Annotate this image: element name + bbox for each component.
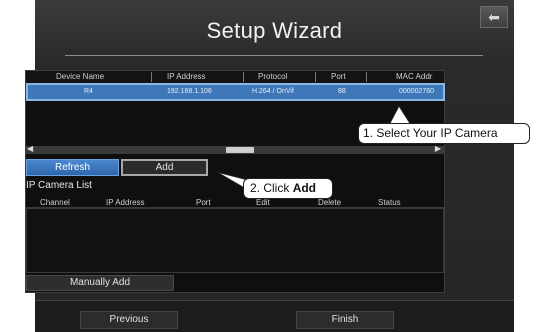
- callout-select-camera: 1. Select Your IP Camera: [358, 123, 530, 144]
- col-delete: Delete: [318, 198, 342, 207]
- device-table-header: Device Name IP Address Protocol Port MAC…: [26, 71, 444, 83]
- manually-add-button[interactable]: Manually Add: [26, 275, 174, 291]
- right-arrow-icon[interactable]: ▶: [435, 144, 441, 153]
- camera-list-header: Channel IP Address Port Edit Delete Stat…: [26, 196, 444, 208]
- cell-ip-address: 192.168.1.106: [167, 88, 212, 95]
- col-separator: [315, 72, 316, 82]
- scrollbar-thumb[interactable]: [226, 147, 254, 153]
- finish-button[interactable]: Finish: [296, 311, 394, 329]
- cell-device-name: R4: [84, 88, 93, 95]
- device-table-scrollbar[interactable]: ◀ ▶: [26, 144, 445, 154]
- cell-protocol: H.264 / OnVif: [252, 88, 294, 95]
- col-channel: Channel: [40, 198, 70, 207]
- add-button[interactable]: Add: [121, 159, 208, 176]
- col-protocol: Protocol: [258, 72, 288, 81]
- back-button[interactable]: ⬅: [480, 6, 508, 28]
- device-row-selected[interactable]: R4 192.168.1.106 H.264 / OnVif 88 000002…: [26, 83, 445, 101]
- callout-click-add: 2. Click Add: [243, 178, 333, 199]
- camera-list[interactable]: [26, 208, 444, 273]
- callout-select-camera-text: 1. Select Your IP Camera: [363, 126, 498, 140]
- col-port: Port: [331, 72, 346, 81]
- callout-click-add-prefix: 2. Click: [250, 181, 293, 195]
- col-mac: MAC Addr: [396, 72, 433, 81]
- col-device-name: Device Name: [56, 72, 105, 81]
- col-separator: [151, 72, 152, 82]
- col-ip-address: IP Address: [167, 72, 206, 81]
- back-arrow-icon: ⬅: [488, 9, 500, 25]
- callout-click-add-bold: Add: [292, 181, 317, 195]
- left-arrow-icon[interactable]: ◀: [27, 144, 33, 153]
- col-status: Status: [378, 198, 401, 207]
- ip-camera-list-label: IP Camera List: [26, 180, 92, 191]
- col-separator: [366, 72, 367, 82]
- col-cam-ip-address: IP Address: [106, 198, 145, 207]
- title-divider: [65, 55, 483, 56]
- cell-port: 88: [338, 88, 346, 95]
- cell-mac: 000002760: [399, 88, 435, 95]
- previous-button[interactable]: Previous: [80, 311, 178, 329]
- col-edit: Edit: [256, 198, 270, 207]
- col-cam-port: Port: [196, 198, 211, 207]
- refresh-button[interactable]: Refresh: [26, 159, 119, 176]
- col-separator: [243, 72, 244, 82]
- page-title: Setup Wizard: [206, 18, 343, 43]
